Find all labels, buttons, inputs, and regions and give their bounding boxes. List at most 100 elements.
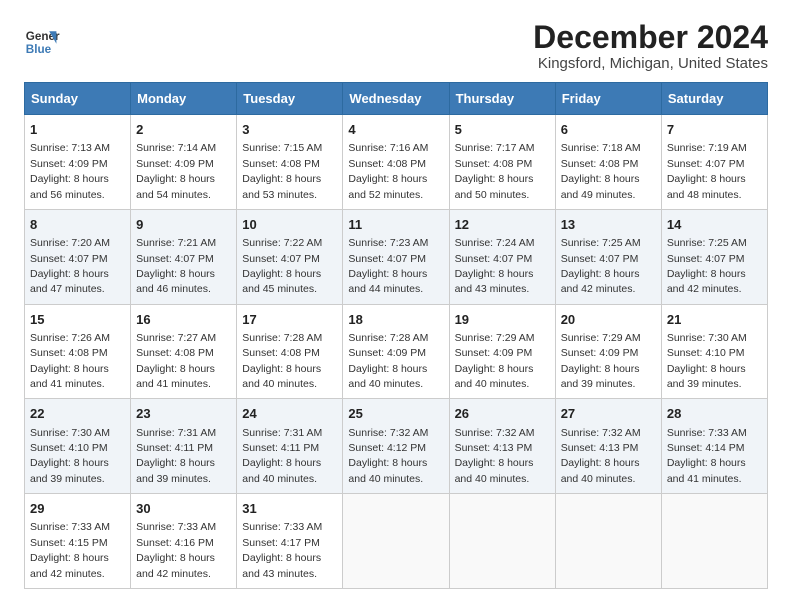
day-detail: Sunrise: 7:30 AM Sunset: 4:10 PM Dayligh…: [667, 332, 747, 390]
day-number: 19: [455, 311, 550, 329]
calendar-cell: 9 Sunrise: 7:21 AM Sunset: 4:07 PM Daylig…: [131, 209, 237, 304]
calendar-cell: 1 Sunrise: 7:13 AM Sunset: 4:09 PM Daylig…: [25, 115, 131, 210]
day-number: 20: [561, 311, 656, 329]
day-detail: Sunrise: 7:26 AM Sunset: 4:08 PM Dayligh…: [30, 332, 110, 390]
day-detail: Sunrise: 7:33 AM Sunset: 4:15 PM Dayligh…: [30, 521, 110, 579]
day-header-saturday: Saturday: [661, 83, 767, 115]
day-detail: Sunrise: 7:25 AM Sunset: 4:07 PM Dayligh…: [561, 237, 641, 295]
calendar-header-row: SundayMondayTuesdayWednesdayThursdayFrid…: [25, 83, 768, 115]
day-detail: Sunrise: 7:33 AM Sunset: 4:14 PM Dayligh…: [667, 427, 747, 485]
day-detail: Sunrise: 7:21 AM Sunset: 4:07 PM Dayligh…: [136, 237, 216, 295]
day-number: 15: [30, 311, 125, 329]
day-number: 8: [30, 216, 125, 234]
day-number: 13: [561, 216, 656, 234]
day-number: 14: [667, 216, 762, 234]
svg-text:Blue: Blue: [26, 43, 52, 56]
calendar-cell: 24Sunrise: 7:31 AM Sunset: 4:11 PM Dayli…: [237, 399, 343, 494]
calendar-cell: 21Sunrise: 7:30 AM Sunset: 4:10 PM Dayli…: [661, 304, 767, 399]
day-header-tuesday: Tuesday: [237, 83, 343, 115]
calendar-cell: 15 Sunrise: 7:26 AM Sunset: 4:08 PM Dayli…: [25, 304, 131, 399]
calendar-cell: 30 Sunrise: 7:33 AM Sunset: 4:16 PM Dayli…: [131, 494, 237, 589]
calendar-cell: 3 Sunrise: 7:15 AM Sunset: 4:08 PM Daylig…: [237, 115, 343, 210]
day-detail: Sunrise: 7:19 AM Sunset: 4:07 PM Dayligh…: [667, 142, 747, 200]
day-number: 12: [455, 216, 550, 234]
calendar-cell: 22 Sunrise: 7:30 AM Sunset: 4:10 PM Dayli…: [25, 399, 131, 494]
calendar-cell: 6Sunrise: 7:18 AM Sunset: 4:08 PM Daylig…: [555, 115, 661, 210]
day-number: 3: [242, 121, 337, 139]
day-header-wednesday: Wednesday: [343, 83, 449, 115]
day-detail: Sunrise: 7:30 AM Sunset: 4:10 PM Dayligh…: [30, 427, 110, 485]
day-detail: Sunrise: 7:32 AM Sunset: 4:13 PM Dayligh…: [455, 427, 535, 485]
day-number: 26: [455, 405, 550, 423]
day-number: 30: [136, 500, 231, 518]
logo-icon: General Blue: [24, 24, 60, 60]
day-number: 5: [455, 121, 550, 139]
day-detail: Sunrise: 7:31 AM Sunset: 4:11 PM Dayligh…: [136, 427, 216, 485]
day-detail: Sunrise: 7:27 AM Sunset: 4:08 PM Dayligh…: [136, 332, 216, 390]
calendar-cell: 17Sunrise: 7:28 AM Sunset: 4:08 PM Dayli…: [237, 304, 343, 399]
day-number: 16: [136, 311, 231, 329]
day-header-sunday: Sunday: [25, 83, 131, 115]
day-number: 2: [136, 121, 231, 139]
calendar-cell: 5Sunrise: 7:17 AM Sunset: 4:08 PM Daylig…: [449, 115, 555, 210]
calendar-cell: 4 Sunrise: 7:16 AM Sunset: 4:08 PM Daylig…: [343, 115, 449, 210]
day-detail: Sunrise: 7:24 AM Sunset: 4:07 PM Dayligh…: [455, 237, 535, 295]
title-block: December 2024 Kingsford, Michigan, Unite…: [533, 20, 768, 72]
calendar-cell: 7 Sunrise: 7:19 AM Sunset: 4:07 PM Daylig…: [661, 115, 767, 210]
calendar-cell: 13 Sunrise: 7:25 AM Sunset: 4:07 PM Dayli…: [555, 209, 661, 304]
calendar-cell: 23 Sunrise: 7:31 AM Sunset: 4:11 PM Dayli…: [131, 399, 237, 494]
day-detail: Sunrise: 7:20 AM Sunset: 4:07 PM Dayligh…: [30, 237, 110, 295]
calendar-cell: 8 Sunrise: 7:20 AM Sunset: 4:07 PM Daylig…: [25, 209, 131, 304]
day-detail: Sunrise: 7:32 AM Sunset: 4:13 PM Dayligh…: [561, 427, 641, 485]
day-number: 10: [242, 216, 337, 234]
page-subtitle: Kingsford, Michigan, United States: [533, 55, 768, 72]
day-number: 4: [348, 121, 443, 139]
day-detail: Sunrise: 7:13 AM Sunset: 4:09 PM Dayligh…: [30, 142, 110, 200]
logo: General Blue: [24, 24, 60, 60]
day-number: 7: [667, 121, 762, 139]
calendar-cell: [449, 494, 555, 589]
day-detail: Sunrise: 7:15 AM Sunset: 4:08 PM Dayligh…: [242, 142, 322, 200]
day-header-monday: Monday: [131, 83, 237, 115]
day-detail: Sunrise: 7:18 AM Sunset: 4:08 PM Dayligh…: [561, 142, 641, 200]
calendar-cell: 20 Sunrise: 7:29 AM Sunset: 4:09 PM Dayli…: [555, 304, 661, 399]
page-header: General Blue December 2024 Kingsford, Mi…: [24, 20, 768, 72]
calendar-cell: 10Sunrise: 7:22 AM Sunset: 4:07 PM Dayli…: [237, 209, 343, 304]
calendar-cell: 29 Sunrise: 7:33 AM Sunset: 4:15 PM Dayli…: [25, 494, 131, 589]
day-detail: Sunrise: 7:29 AM Sunset: 4:09 PM Dayligh…: [455, 332, 535, 390]
day-number: 22: [30, 405, 125, 423]
day-detail: Sunrise: 7:25 AM Sunset: 4:07 PM Dayligh…: [667, 237, 747, 295]
day-number: 1: [30, 121, 125, 139]
day-number: 31: [242, 500, 337, 518]
calendar-cell: 2Sunrise: 7:14 AM Sunset: 4:09 PM Daylig…: [131, 115, 237, 210]
calendar-week-3: 15 Sunrise: 7:26 AM Sunset: 4:08 PM Dayli…: [25, 304, 768, 399]
day-header-thursday: Thursday: [449, 83, 555, 115]
calendar-cell: 28 Sunrise: 7:33 AM Sunset: 4:14 PM Dayli…: [661, 399, 767, 494]
calendar-cell: [343, 494, 449, 589]
calendar-cell: 18 Sunrise: 7:28 AM Sunset: 4:09 PM Dayli…: [343, 304, 449, 399]
calendar-cell: 12 Sunrise: 7:24 AM Sunset: 4:07 PM Dayli…: [449, 209, 555, 304]
day-number: 11: [348, 216, 443, 234]
day-detail: Sunrise: 7:23 AM Sunset: 4:07 PM Dayligh…: [348, 237, 428, 295]
day-number: 18: [348, 311, 443, 329]
day-detail: Sunrise: 7:29 AM Sunset: 4:09 PM Dayligh…: [561, 332, 641, 390]
day-detail: Sunrise: 7:33 AM Sunset: 4:16 PM Dayligh…: [136, 521, 216, 579]
day-detail: Sunrise: 7:16 AM Sunset: 4:08 PM Dayligh…: [348, 142, 428, 200]
day-detail: Sunrise: 7:31 AM Sunset: 4:11 PM Dayligh…: [242, 427, 322, 485]
calendar-cell: 25Sunrise: 7:32 AM Sunset: 4:12 PM Dayli…: [343, 399, 449, 494]
day-number: 23: [136, 405, 231, 423]
calendar-cell: [555, 494, 661, 589]
calendar-week-5: 29 Sunrise: 7:33 AM Sunset: 4:15 PM Dayli…: [25, 494, 768, 589]
calendar-week-2: 8 Sunrise: 7:20 AM Sunset: 4:07 PM Daylig…: [25, 209, 768, 304]
calendar-cell: 11 Sunrise: 7:23 AM Sunset: 4:07 PM Dayli…: [343, 209, 449, 304]
day-number: 27: [561, 405, 656, 423]
day-number: 9: [136, 216, 231, 234]
calendar-cell: 19 Sunrise: 7:29 AM Sunset: 4:09 PM Dayli…: [449, 304, 555, 399]
day-number: 29: [30, 500, 125, 518]
calendar-cell: 16 Sunrise: 7:27 AM Sunset: 4:08 PM Dayli…: [131, 304, 237, 399]
day-number: 28: [667, 405, 762, 423]
calendar-week-1: 1 Sunrise: 7:13 AM Sunset: 4:09 PM Daylig…: [25, 115, 768, 210]
calendar-cell: 31 Sunrise: 7:33 AM Sunset: 4:17 PM Dayli…: [237, 494, 343, 589]
day-detail: Sunrise: 7:28 AM Sunset: 4:09 PM Dayligh…: [348, 332, 428, 390]
day-detail: Sunrise: 7:33 AM Sunset: 4:17 PM Dayligh…: [242, 521, 322, 579]
